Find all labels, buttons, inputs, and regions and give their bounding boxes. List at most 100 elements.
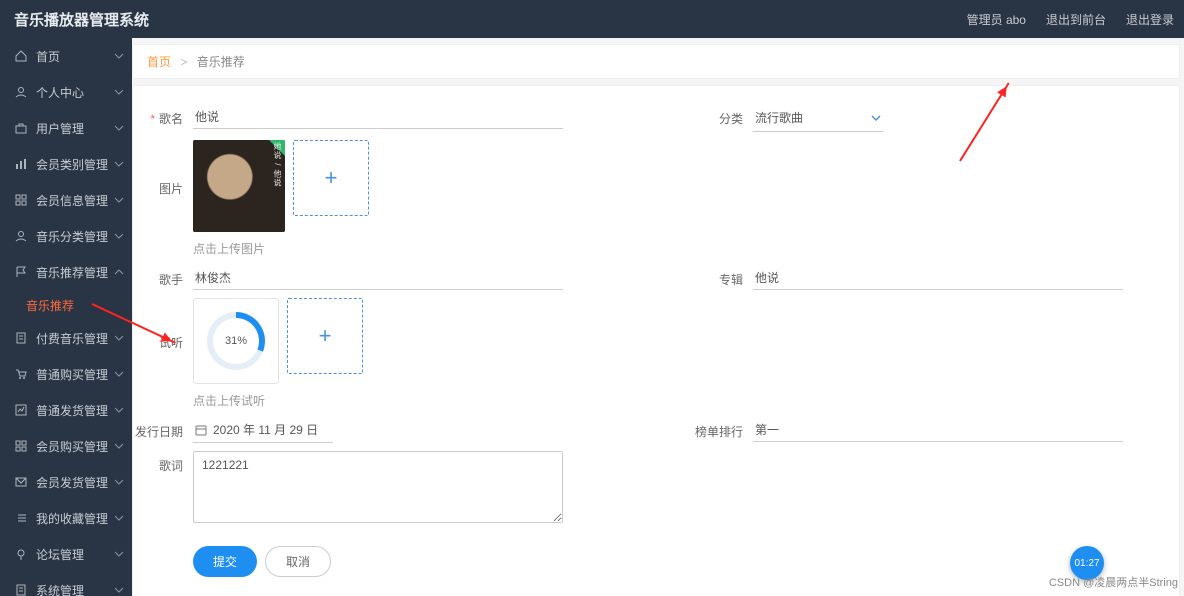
rank-input[interactable]: [753, 417, 1123, 442]
image-hint: 点击上传图片: [193, 240, 693, 257]
cover-text: 她说 / 他说: [272, 142, 283, 188]
sidebar-item[interactable]: 首页: [0, 38, 132, 74]
top-header: 音乐播放器管理系统 管理员 abo 退出到前台 退出登录: [0, 0, 1184, 38]
sidebar-item-label: 个人中心: [36, 84, 84, 101]
sidebar-item[interactable]: 我的收藏管理: [0, 500, 132, 536]
home-icon: [14, 49, 28, 63]
breadcrumb-sep: >: [180, 55, 187, 69]
sidebar-item-label: 用户管理: [36, 120, 84, 137]
chevron-down-icon: [114, 53, 124, 59]
watermark: CSDN @凌晨两点半String: [1049, 574, 1178, 590]
chevron-down-icon: [114, 587, 124, 593]
cover-thumbnail[interactable]: 她说 / 他说: [193, 140, 285, 232]
admin-label[interactable]: 管理员 abo: [957, 11, 1036, 28]
sidebar-sub-item[interactable]: 音乐推荐: [0, 290, 132, 320]
chevron-down-icon: [114, 371, 124, 377]
singer-label: 歌手: [133, 265, 193, 288]
list-icon: [14, 511, 28, 525]
singer-input[interactable]: [193, 265, 563, 290]
chevron-up-icon: [114, 269, 124, 275]
sidebar-item[interactable]: 普通发货管理: [0, 392, 132, 428]
sidebar-item[interactable]: 论坛管理: [0, 536, 132, 572]
chevron-down-icon: [114, 335, 124, 341]
flag-icon: [14, 265, 28, 279]
category-value: 流行歌曲: [755, 109, 803, 126]
lyric-label: 歌词: [133, 451, 193, 474]
user-icon: [14, 85, 28, 99]
breadcrumb-home[interactable]: 首页: [147, 55, 171, 69]
plus-icon: +: [319, 323, 332, 349]
grid-icon: [14, 439, 28, 453]
plus-icon: +: [325, 165, 338, 191]
submit-button[interactable]: 提交: [193, 546, 257, 577]
add-audio-button[interactable]: +: [287, 298, 363, 374]
chevron-down-icon: [114, 197, 124, 203]
date-value: 2020 年 11 月 29 日: [213, 421, 318, 438]
sidebar-item[interactable]: 音乐分类管理: [0, 218, 132, 254]
app-title: 音乐播放器管理系统: [0, 9, 149, 30]
chevron-down-icon: [114, 125, 124, 131]
calendar-icon: [195, 424, 207, 436]
sidebar-item-label: 会员购买管理: [36, 438, 108, 455]
chevron-down-icon: [114, 161, 124, 167]
sidebar-item-label: 音乐推荐管理: [36, 264, 108, 281]
chevron-down-icon: [114, 407, 124, 413]
doc-icon: [14, 583, 28, 596]
sidebar-item-label: 我的收藏管理: [36, 510, 108, 527]
sidebar-item[interactable]: 会员类别管理: [0, 146, 132, 182]
category-select[interactable]: 流行歌曲: [753, 104, 883, 132]
preview-hint: 点击上传试听: [193, 392, 693, 409]
sidebar-item[interactable]: 音乐推荐管理: [0, 254, 132, 290]
breadcrumb: 首页 > 音乐推荐: [132, 44, 1180, 79]
breadcrumb-current: 音乐推荐: [197, 55, 245, 69]
bars-icon: [14, 157, 28, 171]
cart-icon: [14, 367, 28, 381]
song-input[interactable]: [193, 104, 563, 129]
sidebar-item-label: 普通发货管理: [36, 402, 108, 419]
date-picker[interactable]: 2020 年 11 月 29 日: [193, 417, 333, 443]
cancel-button[interactable]: 取消: [265, 546, 331, 577]
add-image-button[interactable]: +: [293, 140, 369, 216]
sidebar-item[interactable]: 个人中心: [0, 74, 132, 110]
case-icon: [14, 121, 28, 135]
chevron-down-icon: [871, 115, 881, 121]
sidebar: 首页个人中心用户管理会员类别管理会员信息管理音乐分类管理音乐推荐管理音乐推荐付费…: [0, 38, 132, 596]
sidebar-item[interactable]: 系统管理: [0, 572, 132, 596]
category-label: 分类: [693, 104, 753, 127]
form-panel: 歌名 分类 流行歌曲 图片: [132, 85, 1180, 596]
sidebar-item[interactable]: 会员发货管理: [0, 464, 132, 500]
date-label: 发行日期: [133, 417, 193, 440]
sidebar-item-label: 会员发货管理: [36, 474, 108, 491]
exit-front-link[interactable]: 退出到前台: [1036, 11, 1116, 28]
sidebar-item[interactable]: 会员购买管理: [0, 428, 132, 464]
sidebar-item-label: 会员类别管理: [36, 156, 108, 173]
album-input[interactable]: [753, 265, 1123, 290]
sidebar-item-label: 会员信息管理: [36, 192, 108, 209]
logout-link[interactable]: 退出登录: [1116, 11, 1184, 28]
sidebar-item[interactable]: 普通购买管理: [0, 356, 132, 392]
chevron-down-icon: [114, 443, 124, 449]
sidebar-item-label: 论坛管理: [36, 546, 84, 563]
sidebar-item-label: 普通购买管理: [36, 366, 108, 383]
chevron-down-icon: [114, 479, 124, 485]
sidebar-item[interactable]: 用户管理: [0, 110, 132, 146]
audio-progress[interactable]: 31%: [193, 298, 279, 384]
grid-icon: [14, 193, 28, 207]
sidebar-item-label: 付费音乐管理: [36, 330, 108, 347]
sidebar-item-label: 首页: [36, 48, 60, 65]
sidebar-item[interactable]: 付费音乐管理: [0, 320, 132, 356]
progress-text: 31%: [213, 318, 259, 364]
album-label: 专辑: [693, 265, 753, 288]
sidebar-item-label: 系统管理: [36, 582, 84, 596]
chart-icon: [14, 403, 28, 417]
song-label: 歌名: [133, 104, 193, 127]
mail-icon: [14, 475, 28, 489]
image-label: 图片: [133, 140, 193, 197]
chevron-down-icon: [114, 515, 124, 521]
pin-icon: [14, 547, 28, 561]
sidebar-item-label: 音乐分类管理: [36, 228, 108, 245]
main-area: 首页 > 音乐推荐 歌名 分类 流行歌曲 图片: [132, 38, 1180, 596]
user-icon: [14, 229, 28, 243]
lyric-textarea[interactable]: 1221221: [193, 451, 563, 523]
sidebar-item[interactable]: 会员信息管理: [0, 182, 132, 218]
